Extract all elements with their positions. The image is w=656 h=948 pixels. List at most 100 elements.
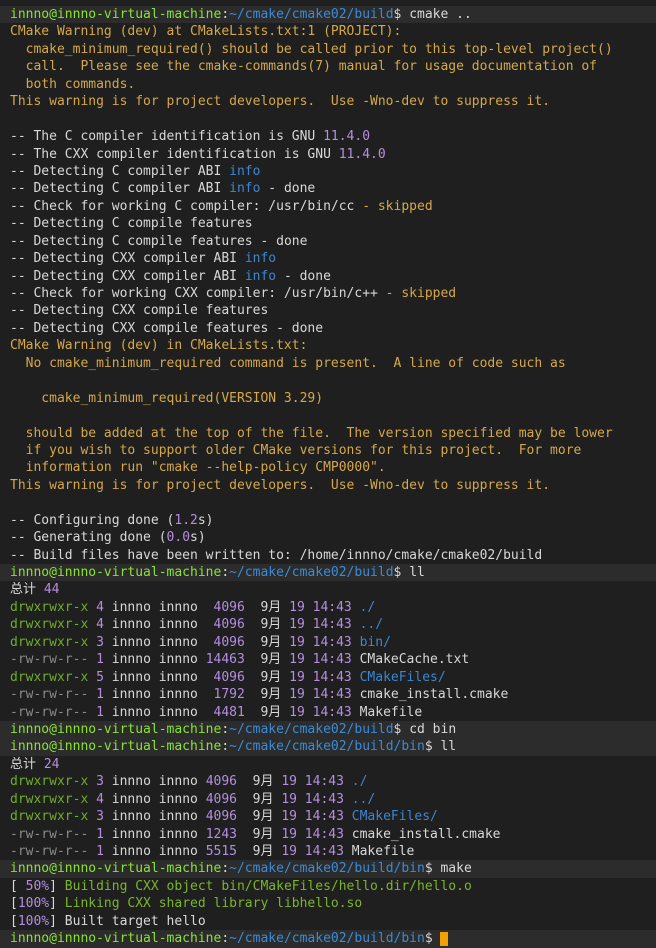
info-word: info: [229, 163, 261, 179]
ls-day: 19: [281, 844, 297, 859]
ls-permissions: drwxrwxr-x: [10, 634, 89, 650]
ls-links: 4: [96, 791, 104, 807]
prompt-path: ~/cmake/cmake02/build: [229, 7, 394, 22]
ls-day: 19: [289, 599, 305, 615]
ls-row: drwxrwxr-x 4 innno innno 4096 9月 19 14:4…: [0, 616, 656, 633]
ls-owner-group: innno innno: [103, 669, 206, 685]
ls-size: 4481: [205, 704, 245, 720]
terminal-window[interactable]: innno@innno-virtual-machine:~/cmake/cmak…: [0, 0, 656, 948]
ls-size: 4096: [205, 599, 245, 615]
status-suffix: - done: [252, 233, 308, 249]
prompt-symbol: $: [393, 721, 410, 737]
ls-total: 总计 24: [0, 756, 656, 773]
cmake-output-line: -- Detecting CXX compile features: [0, 302, 656, 319]
prompt-separator: :: [221, 565, 230, 580]
ls-total-value: 44: [43, 582, 60, 598]
text-segment: [344, 809, 352, 824]
text-segment: [88, 600, 96, 615]
status-suffix: - done: [260, 181, 316, 197]
ls-owner-group: innno innno: [103, 634, 206, 650]
warning-text: cmake_minimum_required() should be calle…: [10, 41, 613, 57]
ls-day: 19: [281, 774, 297, 790]
prompt-separator: :: [221, 861, 230, 877]
prompt-user-host: innno@innno-virtual-machine: [10, 7, 222, 22]
text-segment: 9月: [237, 774, 282, 790]
ls-row: drwxrwxr-x 4 innno innno 4096 9月 19 14:4…: [0, 791, 656, 808]
cmake-output-line: -- Check for working C compiler: /usr/bi…: [0, 198, 656, 215]
cmake-output-line: cmake_minimum_required() should be calle…: [0, 41, 656, 58]
ls-day: 19: [281, 809, 297, 825]
status-suffix: - skipped: [377, 286, 457, 301]
cmake-output-line: call. Please see the cmake-commands(7) m…: [0, 58, 656, 75]
output-text: -- Check for working CXX compiler: /usr/…: [10, 286, 378, 301]
warning-text: should be added at the top of the file. …: [10, 425, 613, 441]
ls-permissions: drwxrwxr-x: [10, 774, 89, 790]
ls-time: 14:43: [304, 774, 344, 790]
prompt-path: ~/cmake/cmake02/build/bin: [229, 861, 425, 877]
text-segment: [352, 600, 360, 615]
ls-size: 14463: [205, 652, 245, 668]
prompt-separator: :: [221, 721, 230, 737]
prompt-symbol: $: [393, 7, 410, 22]
prompt-user-host: innno@innno-virtual-machine: [10, 931, 222, 947]
prompt-path: ~/cmake/cmake02/build: [229, 721, 394, 737]
warning-text: information run "cmake --help-policy CMP…: [10, 460, 386, 476]
text-segment: [88, 617, 96, 632]
cmake-output-line: [0, 407, 656, 424]
ls-filename: CMakeCache.txt: [359, 652, 470, 668]
ls-total-value: 24: [43, 756, 60, 772]
output-text: -- Detecting C compiler ABI: [10, 181, 230, 197]
output-text: -- Detecting C compiler ABI: [10, 163, 230, 179]
ls-owner-group: innno innno: [103, 826, 206, 842]
ls-time: 14:43: [312, 704, 352, 720]
prompt-symbol: $: [424, 739, 441, 755]
bracket: [: [10, 913, 18, 929]
text-segment: [352, 635, 360, 650]
ls-size: 1792: [205, 687, 245, 703]
warning-text: CMake Warning (dev) at CMakeLists.txt:1 …: [10, 24, 402, 40]
warning-text: cmake_minimum_required(VERSION 3.29): [10, 390, 324, 406]
status-suffix: - done: [276, 268, 331, 284]
cmake-output-line: -- Build files have been written to: /ho…: [0, 547, 656, 564]
text-segment: 9月: [244, 687, 290, 703]
text-segment: 9月: [244, 617, 290, 633]
status-suffix: - done: [268, 320, 324, 336]
cmake-output-line: -- Detecting C compiler ABI info - done: [0, 180, 656, 197]
warning-text: This warning is for project developers. …: [10, 477, 551, 493]
make-output-line: [100%] Linking CXX shared library libhel…: [0, 895, 656, 912]
command-text: ll: [440, 739, 457, 755]
ls-time: 14:43: [312, 669, 352, 685]
output-text: -- Detecting CXX compiler ABI: [10, 268, 245, 284]
ls-size: 5515: [205, 844, 237, 859]
ls-size: 1243: [205, 826, 237, 842]
output-text: -- Check for working C compiler: /usr/bi…: [10, 198, 355, 214]
timing-value: 1.2: [174, 512, 198, 528]
cmake-output-line: [0, 111, 656, 128]
ls-day: 19: [289, 687, 305, 703]
cmake-output-line: [0, 372, 656, 389]
ls-total-label: 总计: [10, 756, 44, 772]
ls-links: 4: [96, 599, 104, 615]
warning-text: CMake Warning (dev) in CMakeLists.txt:: [10, 338, 308, 354]
paren: s): [197, 512, 214, 528]
text-segment: [305, 635, 313, 650]
output-text: -- Detecting CXX compile features: [10, 320, 269, 336]
ls-time: 14:43: [312, 599, 352, 615]
prompt-symbol: $: [424, 931, 441, 947]
ls-time: 14:43: [312, 634, 352, 650]
ls-time: 14:43: [312, 617, 352, 633]
text-segment: [88, 774, 96, 789]
ls-owner-group: innno innno: [103, 844, 206, 859]
bracket: ]: [49, 913, 57, 929]
cmake-output-line: -- The CXX compiler identification is GN…: [0, 146, 656, 163]
ls-size: 4096: [205, 809, 237, 825]
warning-text: call. Please see the cmake-commands(7) m…: [10, 59, 597, 75]
cmake-output-line: -- Configuring done (1.2s): [0, 512, 656, 529]
text-segment: [88, 792, 96, 807]
info-word: info: [229, 181, 261, 197]
ls-owner-group: innno innno: [103, 687, 206, 703]
bracket: ]: [49, 878, 57, 894]
text-segment: [88, 687, 96, 702]
ls-permissions: drwxrwxr-x: [10, 791, 89, 807]
make-percent: 100%: [17, 913, 50, 929]
